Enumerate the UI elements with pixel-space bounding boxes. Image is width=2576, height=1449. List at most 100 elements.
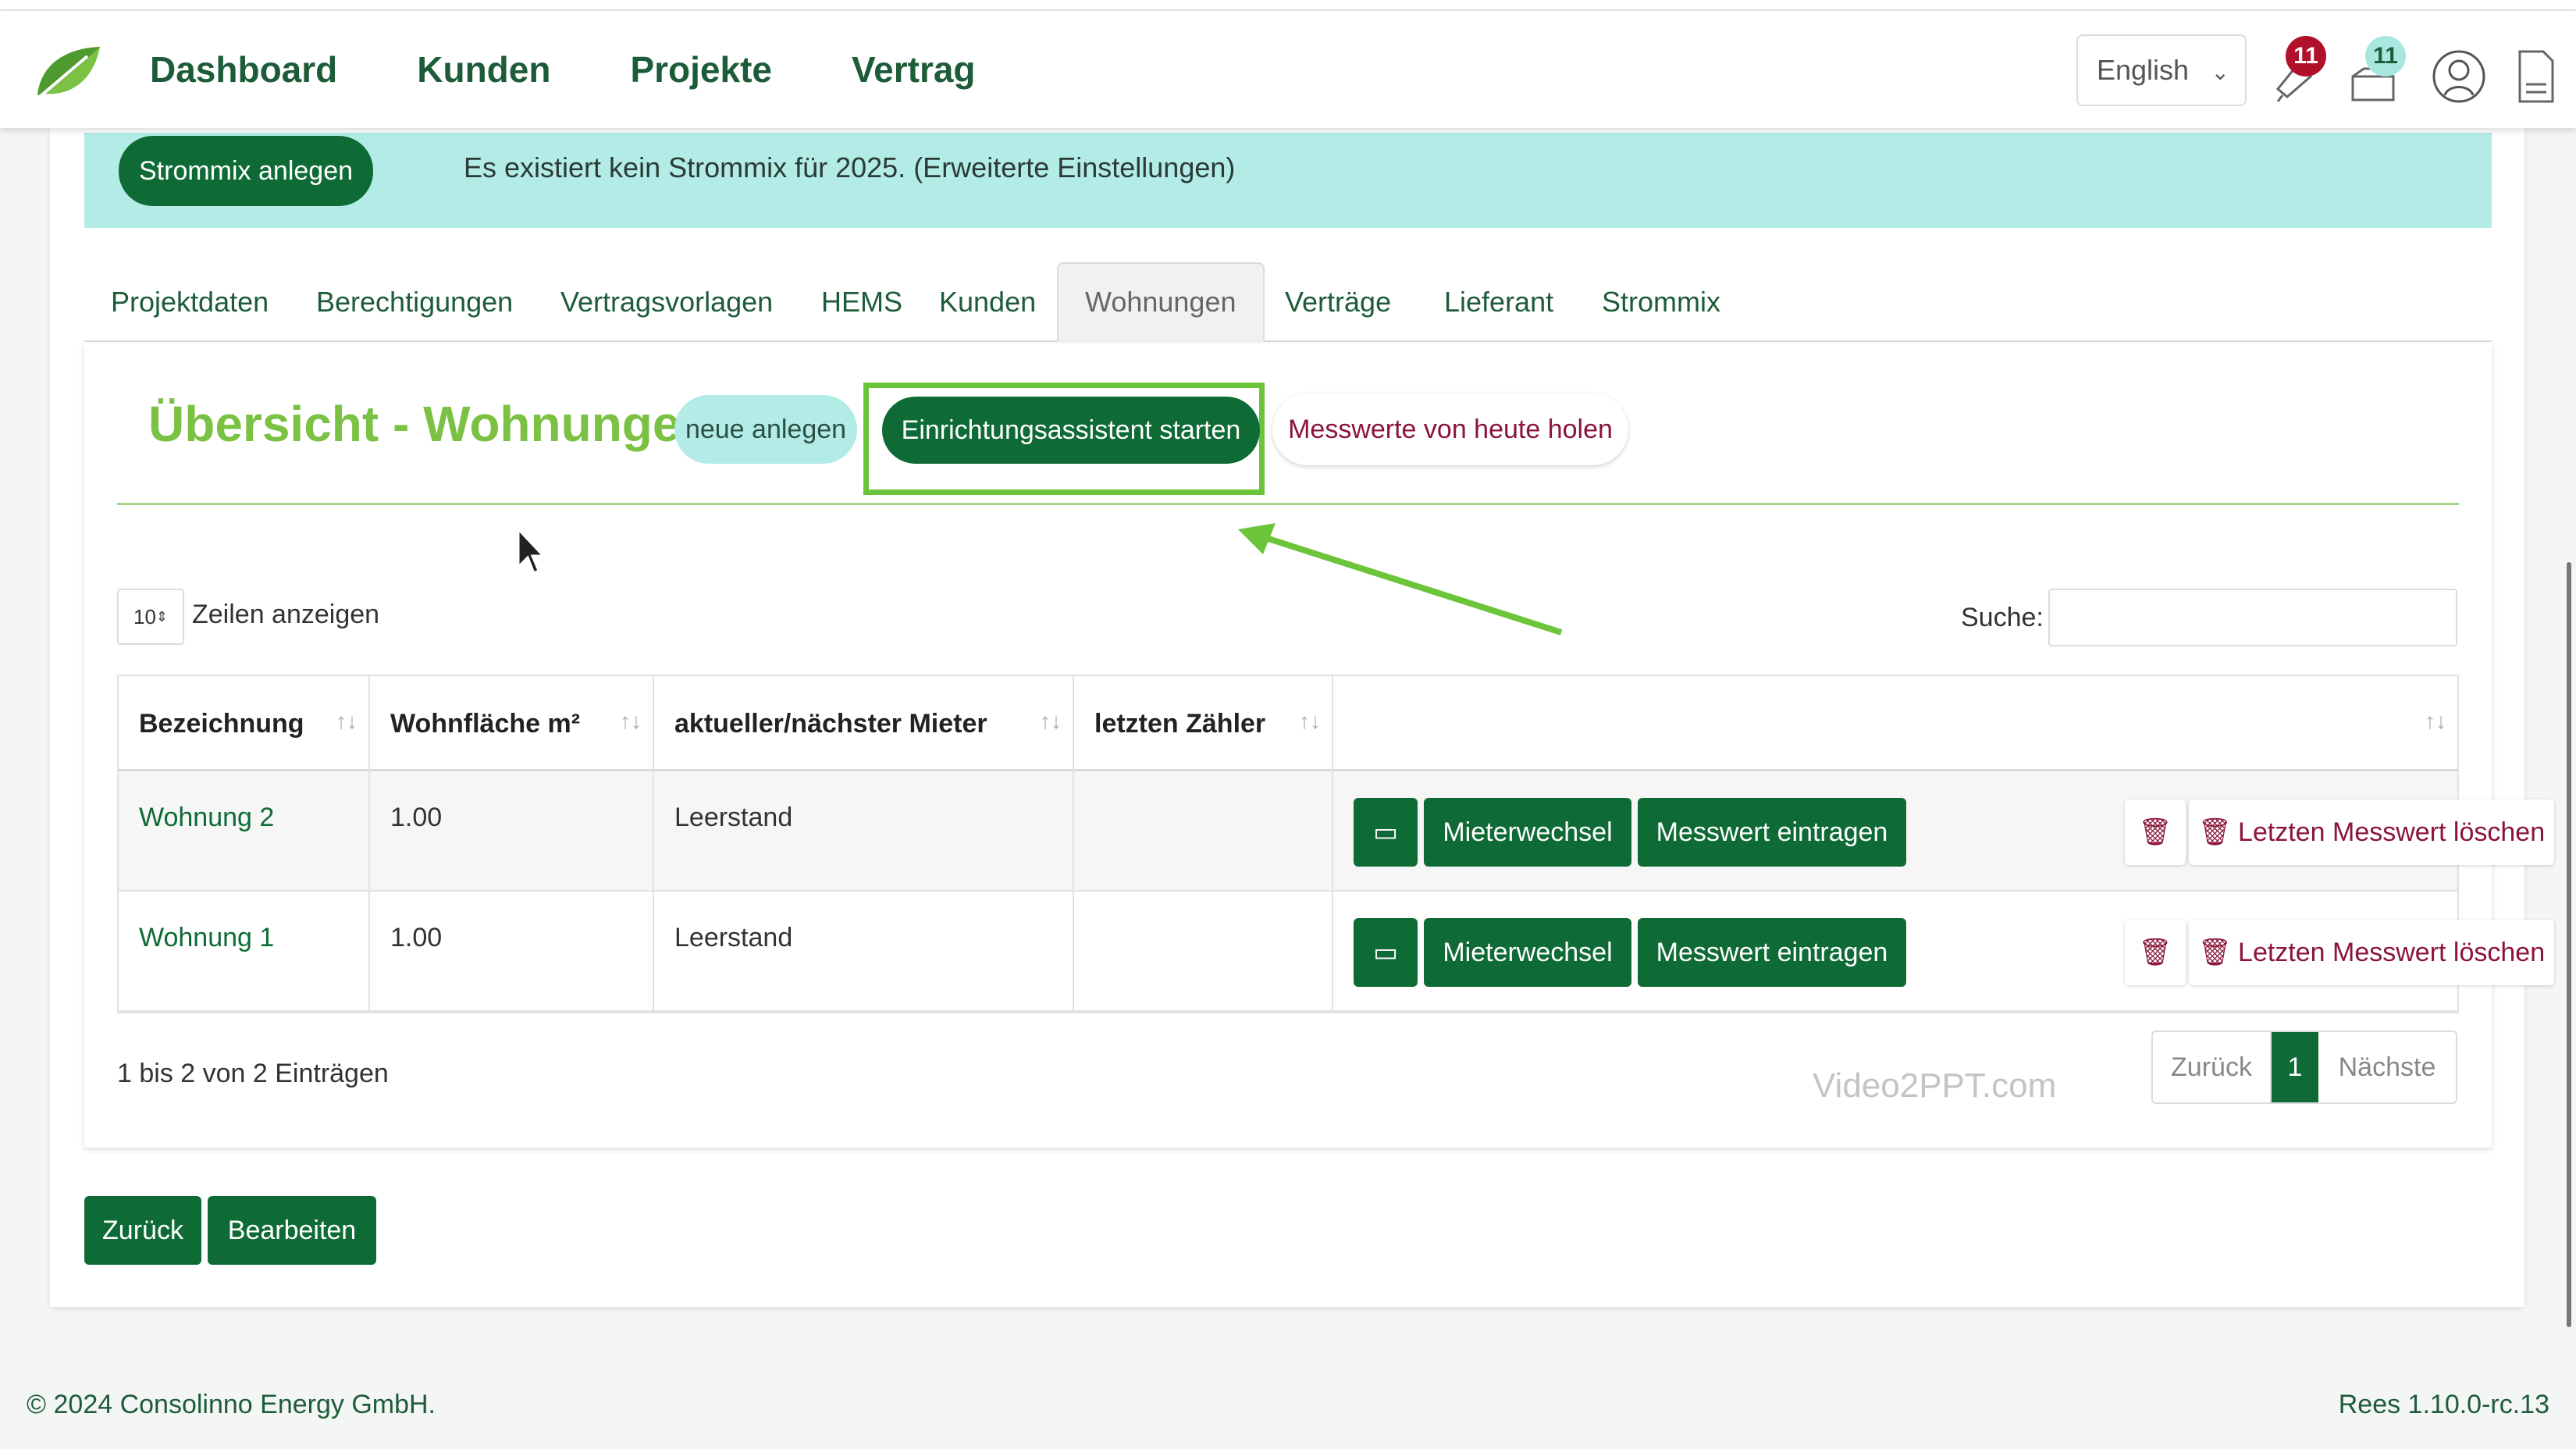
delete-button[interactable]: 🗑 bbox=[2125, 920, 2186, 985]
cell-wohnflaeche: 1.00 bbox=[370, 892, 654, 1012]
cell-mieter: Leerstand bbox=[654, 771, 1074, 892]
tab-hems[interactable]: HEMS bbox=[821, 262, 902, 342]
zurueck-button[interactable]: Zurück bbox=[84, 1196, 201, 1265]
tab-lieferant[interactable]: Lieferant bbox=[1444, 262, 1553, 342]
tab-vertragsvorlagen[interactable]: Vertragsvorlagen bbox=[560, 262, 773, 342]
table-info: 1 bis 2 von 2 Einträgen bbox=[117, 1059, 389, 1088]
page-length-select[interactable]: 10 ⇕ bbox=[117, 589, 184, 645]
language-select[interactable]: English ⌄ bbox=[2076, 34, 2247, 106]
tab-kunden[interactable]: Kunden bbox=[939, 262, 1036, 342]
trash-icon: 🗑 bbox=[2197, 817, 2233, 847]
neue-anlegen-button[interactable]: neue anlegen bbox=[674, 395, 857, 464]
pagination-next[interactable]: Nächste bbox=[2318, 1032, 2456, 1102]
pagination: Zurück 1 Nächste bbox=[2151, 1031, 2457, 1104]
browser-top-strip bbox=[0, 0, 2576, 11]
wohnung-link[interactable]: Wohnung 2 bbox=[139, 803, 274, 832]
messwert-eintragen-button[interactable]: Messwert eintragen bbox=[1638, 918, 1906, 987]
delete-button[interactable]: 🗑 bbox=[2125, 799, 2186, 865]
cell-bezeichnung: Wohnung 1 bbox=[119, 892, 370, 1012]
project-tabs: Projektdaten Berechtigungen Vertragsvorl… bbox=[84, 262, 2492, 342]
notification-badge: 11 bbox=[2286, 36, 2326, 77]
sort-icon: ↑↓ bbox=[1299, 709, 1321, 733]
trash-icon: 🗑 bbox=[2197, 938, 2233, 967]
strommix-anlegen-button[interactable]: Strommix anlegen bbox=[119, 136, 374, 206]
cell-wohnflaeche: 1.00 bbox=[370, 771, 654, 892]
page-length-value: 10 bbox=[133, 604, 156, 628]
pagination-page-1[interactable]: 1 bbox=[2272, 1032, 2318, 1102]
trash-icon: 🗑 bbox=[2138, 938, 2172, 967]
top-navbar: Dashboard Kunden Projekte Vertrag Englis… bbox=[0, 11, 2576, 128]
page-title: Übersicht - Wohnungen bbox=[148, 396, 711, 452]
monitor-button[interactable]: ▭ bbox=[1354, 798, 1418, 867]
document-icon[interactable] bbox=[2509, 45, 2564, 108]
annotation-arrow-icon bbox=[1238, 523, 1563, 635]
copyright-text: © 2024 Consolinno Energy GmbH. bbox=[27, 1390, 436, 1419]
col-mieter[interactable]: aktueller/nächster Mieter ↑↓ bbox=[654, 676, 1074, 771]
monitor-icon: ▭ bbox=[1372, 938, 1399, 967]
nav-vertrag[interactable]: Vertrag bbox=[852, 48, 976, 91]
mouse-cursor-icon bbox=[517, 528, 546, 575]
col-zaehler-label: letzten Zähler bbox=[1094, 708, 1266, 739]
message-badge: 11 bbox=[2365, 36, 2406, 77]
col-wohnflaeche-label: Wohnfläche m² bbox=[390, 708, 581, 739]
language-value: English bbox=[2097, 54, 2190, 86]
mieterwechsel-button[interactable]: Mieterwechsel bbox=[1424, 798, 1631, 867]
cell-bezeichnung: Wohnung 2 bbox=[119, 771, 370, 892]
table-row: Wohnung 2 1.00 Leerstand ▭ Mieterwechsel… bbox=[119, 771, 2554, 892]
monitor-button[interactable]: ▭ bbox=[1354, 918, 1418, 987]
wohnung-link[interactable]: Wohnung 1 bbox=[139, 923, 274, 952]
cell-actions: ▭ Mieterwechsel Messwert eintragen 🗑 🗑 L… bbox=[1333, 771, 2554, 892]
col-actions[interactable]: ↑↓ bbox=[1333, 676, 2457, 771]
trash-icon: 🗑 bbox=[2138, 817, 2172, 847]
sort-icon: ↑↓ bbox=[1040, 709, 1062, 733]
main-nav: Dashboard Kunden Projekte Vertrag bbox=[150, 11, 976, 128]
letzten-messwert-loeschen-button[interactable]: 🗑 Letzten Messwert löschen bbox=[2189, 920, 2554, 985]
col-mieter-label: aktueller/nächster Mieter bbox=[674, 708, 987, 739]
cell-mieter: Leerstand bbox=[654, 892, 1074, 1012]
leaf-logo-icon[interactable] bbox=[33, 42, 103, 105]
tab-wohnungen[interactable]: Wohnungen bbox=[1057, 262, 1265, 342]
monitor-icon: ▭ bbox=[1372, 817, 1399, 847]
letzten-messwert-loeschen-label: Letzten Messwert löschen bbox=[2238, 937, 2546, 967]
einrichtungsassistent-button[interactable]: Einrichtungsassistent starten bbox=[882, 397, 1260, 464]
letzten-messwert-loeschen-button[interactable]: 🗑 Letzten Messwert löschen bbox=[2189, 799, 2554, 865]
nav-projekte[interactable]: Projekte bbox=[630, 48, 772, 91]
col-bezeichnung-label: Bezeichnung bbox=[139, 708, 304, 739]
title-divider bbox=[117, 503, 2459, 505]
page-length-label: Zeilen anzeigen bbox=[192, 600, 380, 629]
tab-vertraege[interactable]: Verträge bbox=[1285, 262, 1391, 342]
messwerte-holen-button[interactable]: Messwerte von heute holen bbox=[1272, 393, 1628, 465]
col-zaehler[interactable]: letzten Zähler ↑↓ bbox=[1074, 676, 1333, 771]
col-wohnflaeche[interactable]: Wohnfläche m² ↑↓ bbox=[370, 676, 654, 771]
sort-icon: ↑↓ bbox=[336, 709, 358, 733]
bearbeiten-button[interactable]: Bearbeiten bbox=[208, 1196, 376, 1265]
scrollbar[interactable] bbox=[2567, 562, 2571, 1327]
nav-kunden[interactable]: Kunden bbox=[417, 48, 550, 91]
letzten-messwert-loeschen-label: Letzten Messwert löschen bbox=[2238, 817, 2546, 847]
alert-message: Es existiert kein Strommix für 2025. (Er… bbox=[464, 151, 1236, 183]
col-bezeichnung[interactable]: Bezeichnung ↑↓ bbox=[119, 676, 370, 771]
table-header-row: Bezeichnung ↑↓ Wohnfläche m² ↑↓ aktuelle… bbox=[119, 676, 2457, 771]
nav-dashboard[interactable]: Dashboard bbox=[150, 48, 337, 91]
wohnungen-table: Bezeichnung ↑↓ Wohnfläche m² ↑↓ aktuelle… bbox=[117, 675, 2554, 1013]
tab-berechtigungen[interactable]: Berechtigungen bbox=[316, 262, 513, 342]
sort-arrows-icon: ⇕ bbox=[155, 608, 168, 625]
cell-zaehler bbox=[1074, 892, 1333, 1012]
chevron-down-icon: ⌄ bbox=[2211, 60, 2229, 84]
strommix-alert: Strommix anlegen Es existiert kein Strom… bbox=[84, 133, 2492, 228]
user-avatar-icon[interactable] bbox=[2431, 45, 2485, 108]
cell-actions: ▭ Mieterwechsel Messwert eintragen 🗑 🗑 L… bbox=[1333, 892, 2554, 1012]
tab-strommix[interactable]: Strommix bbox=[1602, 262, 1720, 342]
table-row: Wohnung 1 1.00 Leerstand ▭ Mieterwechsel… bbox=[119, 892, 2554, 1012]
watermark: Video2PPT.com bbox=[1813, 1066, 2057, 1105]
version-text: Rees 1.10.0-rc.13 bbox=[2338, 1390, 2549, 1419]
search-input[interactable] bbox=[2048, 589, 2457, 646]
mieterwechsel-button[interactable]: Mieterwechsel bbox=[1424, 918, 1631, 987]
tab-projektdaten[interactable]: Projektdaten bbox=[111, 262, 269, 342]
search-label: Suche: bbox=[1961, 603, 2044, 632]
sort-icon: ↑↓ bbox=[620, 709, 642, 733]
pagination-prev[interactable]: Zurück bbox=[2153, 1032, 2272, 1102]
sort-icon: ↑↓ bbox=[2425, 709, 2446, 733]
messwert-eintragen-button[interactable]: Messwert eintragen bbox=[1638, 798, 1906, 867]
cell-zaehler bbox=[1074, 771, 1333, 892]
